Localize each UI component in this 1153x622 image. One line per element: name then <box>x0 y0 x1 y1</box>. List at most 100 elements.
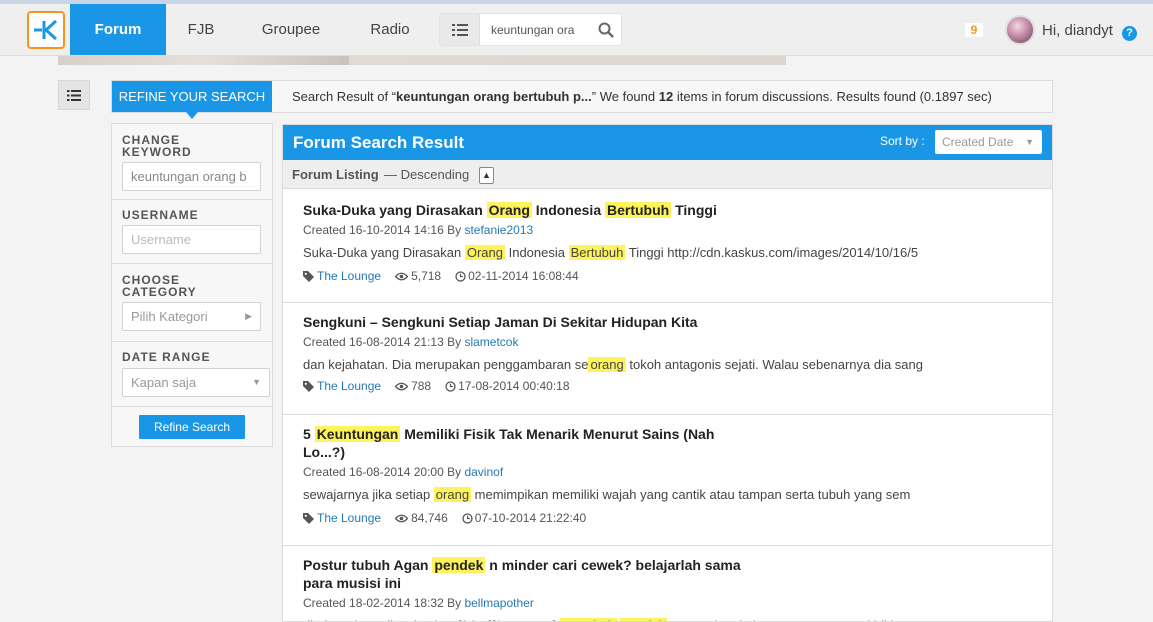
text-part: Suka-Duka yang Dirasakan <box>303 245 465 260</box>
keyword-input[interactable]: keuntungan orang b <box>122 162 261 191</box>
result-meta: Created 16-10-2014 14:16 By stefanie2013 <box>303 223 533 237</box>
last-post-date: 17-08-2014 00:40:18 <box>458 379 570 393</box>
avatar[interactable] <box>1005 15 1035 45</box>
result-item: 5 Keuntungan Memiliki Fisik Tak Menarik … <box>283 415 1052 546</box>
banner-image <box>58 56 786 65</box>
keyword-section: CHANGE KEYWORD keuntungan orang b <box>112 124 272 200</box>
category-placeholder: Pilih Kategori <box>131 309 208 324</box>
results-header: Forum Search Result Sort by : Created Da… <box>283 125 1052 160</box>
refine-search-button[interactable]: Refine Search <box>139 415 245 439</box>
category-link[interactable]: The Lounge <box>317 511 381 525</box>
highlight-term: Bertubuh <box>559 618 617 621</box>
result-snippet: dan kejahatan. Dia merupakan penggambara… <box>303 357 923 372</box>
highlight-term: pendek <box>432 557 486 573</box>
nav-groupee[interactable]: Groupee <box>250 4 332 55</box>
refine-search-tab[interactable]: REFINE YOUR SEARCH <box>112 81 272 119</box>
author-link[interactable]: bellmapother <box>464 596 533 610</box>
result-title-link[interactable]: Postur tubuh Agan pendek n minder cari c… <box>303 556 753 592</box>
summary-query: keuntungan orang bertubuh p... <box>396 89 592 104</box>
kaskus-logo[interactable] <box>27 11 65 49</box>
author-link[interactable]: stefanie2013 <box>464 223 533 237</box>
sort-label: Sort by : <box>880 134 925 148</box>
sidebar-toggle-button[interactable] <box>58 80 90 110</box>
kaskus-logo-icon <box>34 19 58 41</box>
search-input[interactable]: keuntungan ora <box>480 23 591 37</box>
chevron-right-icon: ▶ <box>245 311 252 321</box>
nav-radio[interactable]: Radio <box>356 4 424 55</box>
result-meta: Created 16-08-2014 20:00 By davinof <box>303 465 503 479</box>
text-part: memimpikan memiliki wajah yang cantik at… <box>471 487 911 502</box>
username-input[interactable]: Username <box>122 225 261 254</box>
created-info: Created 16-08-2014 20:00 By <box>303 465 465 479</box>
nav-forum[interactable]: Forum <box>70 4 166 55</box>
created-info: Created 18-02-2014 18:32 By <box>303 596 465 610</box>
text-part: sewajarnya jika setiap <box>303 487 434 502</box>
date-range-section: DATE RANGE Kapan saja ▼ <box>112 342 272 407</box>
help-icon[interactable]: ? <box>1122 26 1137 41</box>
nav-fjb[interactable]: FJB <box>176 4 226 55</box>
category-link[interactable]: The Lounge <box>317 379 381 393</box>
date-range-select[interactable]: Kapan saja ▼ <box>122 368 270 397</box>
result-footer: The Lounge 5,718 02-11-2014 16:08:44 <box>303 269 579 283</box>
category-link[interactable]: The Lounge <box>317 269 381 283</box>
search-summary-bar: REFINE YOUR SEARCH Search Result of “keu… <box>111 80 1053 119</box>
list-icon <box>451 23 468 36</box>
result-meta: Created 16-08-2014 21:13 By slametcok <box>303 335 518 349</box>
category-select[interactable]: Pilih Kategori ▶ <box>122 302 261 331</box>
highlight-term: orang <box>433 487 472 502</box>
sort-select[interactable]: Created Date ▼ <box>935 130 1042 154</box>
created-info: Created 16-10-2014 14:16 By <box>303 223 465 237</box>
result-title-link[interactable]: Suka-Duka yang Dirasakan Orang Indonesia… <box>303 201 753 219</box>
clock-icon <box>462 512 473 524</box>
highlight-term: Bertubuh <box>568 245 626 260</box>
text-part: dan kejahatan. Dia merupakan penggambara… <box>303 357 589 372</box>
notification-badge[interactable]: 9 <box>965 23 983 37</box>
sort-order-toggle[interactable]: ▲ <box>479 167 494 184</box>
text-part: Indonesia <box>505 245 569 260</box>
username-section: USERNAME Username <box>112 200 272 264</box>
refine-sidebar: CHANGE KEYWORD keuntungan orang b USERNA… <box>111 123 273 447</box>
highlight-term: Orang <box>464 245 505 260</box>
summary-count: 12 <box>658 89 674 104</box>
author-link[interactable]: davinof <box>464 465 503 479</box>
sort-value: Created Date <box>942 135 1014 149</box>
listing-label: Forum Listing <box>292 167 379 182</box>
result-snippet: di Thread Ane ilovekaskus [/size][/CENTE… <box>303 618 901 621</box>
result-item: Sengkuni – Sengkuni Setiap Jaman Di Seki… <box>283 303 1052 415</box>
listing-direction: — Descending <box>384 167 470 182</box>
text-part: 5 <box>303 426 315 442</box>
last-post-date: 07-10-2014 21:22:40 <box>474 511 587 525</box>
search-scope-button[interactable] <box>440 14 480 45</box>
result-footer: The Lounge 84,746 07-10-2014 21:22:40 <box>303 511 586 525</box>
tag-icon <box>303 270 314 282</box>
text-part: Sengkuni – Sengkuni Setiap Jaman Di Seki… <box>303 314 698 330</box>
date-range-label: DATE RANGE <box>122 350 211 364</box>
text-part: Indonesia <box>531 202 605 218</box>
author-link[interactable]: slametcok <box>464 335 518 349</box>
search-icon <box>598 22 614 38</box>
result-item: Suka-Duka yang Dirasakan Orang Indonesia… <box>283 189 1052 303</box>
view-count: 788 <box>411 379 432 393</box>
text-part: merupakan kekurangan yang pasti bikin <box>667 618 901 621</box>
search-button[interactable] <box>591 22 621 38</box>
highlight-term: Orang <box>486 202 532 218</box>
eye-icon <box>395 382 409 390</box>
text-part: tokoh antagonis sejati. Walau sebenarnya… <box>625 357 924 372</box>
highlight-term: pendek <box>620 618 668 621</box>
text-part: di Thread Ane ilovekaskus [/size][/CENTE… <box>303 618 560 621</box>
text-part: Tinggi http://cdn.kaskus.com/images/2014… <box>625 245 919 260</box>
result-snippet: Suka-Duka yang Dirasakan Orang Indonesia… <box>303 245 918 260</box>
result-meta: Created 18-02-2014 18:32 By bellmapother <box>303 596 534 610</box>
tag-icon <box>303 512 314 524</box>
summary-mid: ” We found <box>591 89 659 104</box>
results-title: Forum Search Result <box>293 133 464 152</box>
highlight-term: Keuntungan <box>314 426 401 442</box>
listing-bar: Forum Listing — Descending ▲ <box>283 160 1052 189</box>
result-title-link[interactable]: 5 Keuntungan Memiliki Fisik Tak Menarik … <box>303 425 753 461</box>
username-label: USERNAME <box>122 208 199 222</box>
user-greeting[interactable]: Hi, diandyt <box>1042 22 1113 39</box>
header-search: keuntungan ora <box>439 13 622 46</box>
category-label: CHOOSE CATEGORY <box>122 273 197 299</box>
clock-icon <box>455 270 466 282</box>
result-title-link[interactable]: Sengkuni – Sengkuni Setiap Jaman Di Seki… <box>303 313 753 331</box>
